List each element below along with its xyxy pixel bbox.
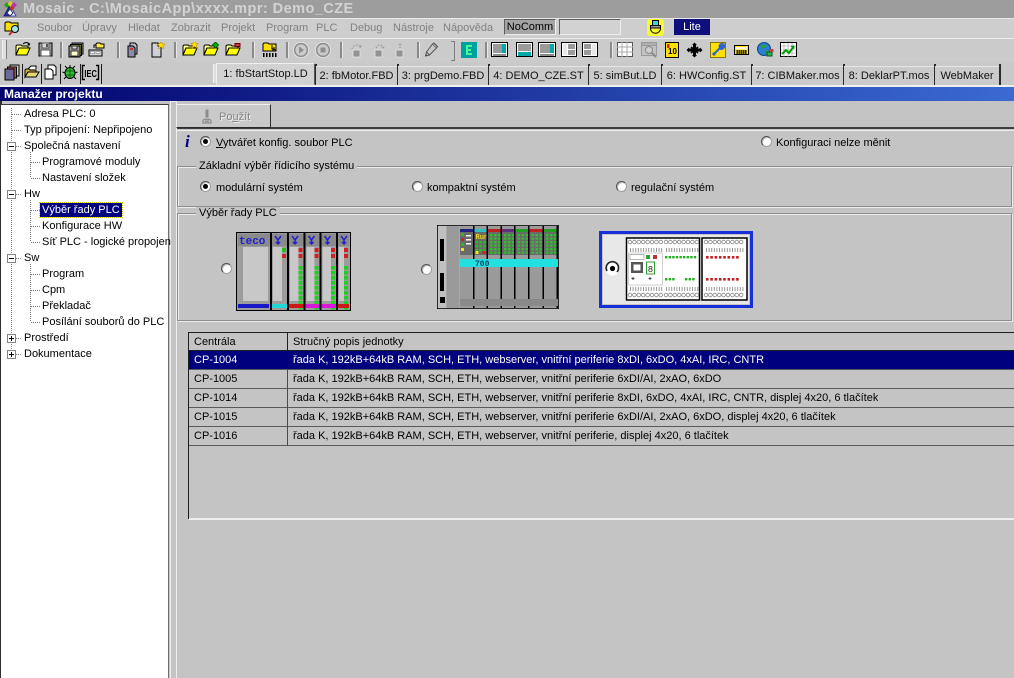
svg-text:Run: Run: [476, 234, 489, 242]
svg-text:IEC: IEC: [84, 68, 97, 80]
svg-text:10: 10: [668, 47, 677, 56]
svg-text:teco: teco: [239, 236, 266, 248]
svg-text:700: 700: [475, 260, 490, 269]
svg-text:8: 8: [648, 265, 653, 275]
